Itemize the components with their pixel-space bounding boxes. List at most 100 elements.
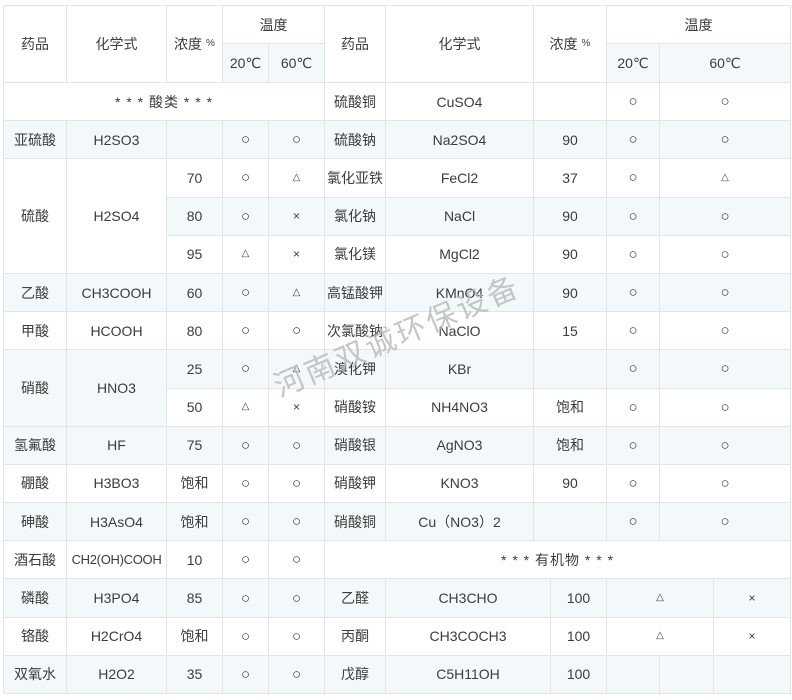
formula-cell: H2SO3 <box>67 121 167 159</box>
solubility-60-cell: × <box>269 236 325 274</box>
formula-cell: CH3COOH <box>67 274 167 312</box>
concentration-cell: 100 <box>551 618 607 656</box>
header-temperature-left: 温度 <box>223 6 325 44</box>
formula-cell: Cu（NO3）2 <box>386 503 534 541</box>
drug-cell: 高锰酸钾 <box>325 274 386 312</box>
formula-cell: H2CrO4 <box>67 618 167 656</box>
solubility-60-cell: ○ <box>660 389 791 427</box>
solubility-20-cell: ○ <box>223 427 269 465</box>
concentration-cell: 75 <box>167 427 223 465</box>
solubility-20-cell: ○ <box>607 389 660 427</box>
solubility-20-cell: ○ <box>223 579 269 617</box>
solubility-60-cell <box>714 656 791 694</box>
concentration-cell <box>167 121 223 159</box>
solubility-60-cell: ○ <box>660 427 791 465</box>
solubility-60-cell: ○ <box>660 274 791 312</box>
solubility-20-cell: ○ <box>223 350 269 388</box>
concentration-cell: 70 <box>167 159 223 197</box>
solubility-20-cell: ○ <box>607 312 660 350</box>
drug-cell: 溴化钾 <box>325 350 386 388</box>
solubility-20-cell: ○ <box>607 83 660 121</box>
solubility-20-cell: ○ <box>607 198 660 236</box>
drug-cell: 硝酸 <box>4 350 67 426</box>
drug-cell: 亚硫酸 <box>4 121 67 159</box>
solubility-20-cell: ○ <box>607 159 660 197</box>
formula-cell: NH4NO3 <box>386 389 534 427</box>
section-title: * * * 酸类 * * * <box>4 83 325 121</box>
solubility-60-cell: ○ <box>269 312 325 350</box>
formula-cell: H3AsO4 <box>67 503 167 541</box>
solubility-60-cell: × <box>714 579 791 617</box>
header-temp20-right: 20℃ <box>607 44 660 83</box>
drug-cell: 双氧水 <box>4 656 67 694</box>
solubility-60-cell: ○ <box>660 465 791 503</box>
solubility-20-cell: ○ <box>607 236 660 274</box>
drug-cell: 氯化钠 <box>325 198 386 236</box>
solubility-20-cell <box>607 656 660 694</box>
solubility-20-cell: ○ <box>223 159 269 197</box>
section-title: * * * 有机物 * * * <box>325 541 791 579</box>
formula-cell: CH2(OH)COOH <box>67 541 167 579</box>
solubility-20-cell: ○ <box>607 503 660 541</box>
solubility-60-cell: ○ <box>660 503 791 541</box>
header-drug-right: 药品 <box>325 6 386 83</box>
drug-cell: 硝酸钾 <box>325 465 386 503</box>
formula-cell: CH3COCH3 <box>386 618 551 656</box>
solubility-20-cell: ○ <box>607 427 660 465</box>
solubility-60-cell: △ <box>660 159 791 197</box>
concentration-cell: 80 <box>167 198 223 236</box>
concentration-cell: 10 <box>167 541 223 579</box>
concentration-cell: 15 <box>534 312 607 350</box>
header-drug-left: 药品 <box>4 6 67 83</box>
drug-cell: 硼酸 <box>4 465 67 503</box>
concentration-cell: 37 <box>534 159 607 197</box>
solubility-20-cell: △ <box>607 579 714 617</box>
concentration-cell: 85 <box>167 579 223 617</box>
percent-sign: % <box>206 39 215 49</box>
solubility-60-cell: △ <box>269 274 325 312</box>
formula-cell: CuSO4 <box>386 83 534 121</box>
concentration-cell: 100 <box>551 656 607 694</box>
solubility-60-cell: ○ <box>269 541 325 579</box>
solubility-20-cell: ○ <box>223 198 269 236</box>
drug-cell: 硝酸铜 <box>325 503 386 541</box>
concentration-cell: 35 <box>167 656 223 694</box>
concentration-cell: 80 <box>167 312 223 350</box>
solubility-20-cell: ○ <box>223 312 269 350</box>
formula-cell: H2O2 <box>67 656 167 694</box>
header-formula-right: 化学式 <box>386 6 534 83</box>
concentration-cell <box>534 350 607 388</box>
solubility-60-cell: △ <box>269 159 325 197</box>
concentration-cell: 饱和 <box>534 427 607 465</box>
header-temp60-left: 60℃ <box>269 44 325 83</box>
drug-cell: 硫酸 <box>4 159 67 274</box>
formula-cell: NaCl <box>386 198 534 236</box>
header-formula-left: 化学式 <box>67 6 167 83</box>
solubility-60-cell: ○ <box>269 427 325 465</box>
solubility-60-cell: ○ <box>660 236 791 274</box>
drug-cell: 硫酸铜 <box>325 83 386 121</box>
formula-cell: FeCl2 <box>386 159 534 197</box>
concentration-cell: 饱和 <box>167 465 223 503</box>
solubility-20-cell: ○ <box>607 274 660 312</box>
concentration-cell: 95 <box>167 236 223 274</box>
solubility-20-cell: ○ <box>223 656 269 694</box>
solubility-60-cell: ○ <box>269 618 325 656</box>
formula-cell: AgNO3 <box>386 427 534 465</box>
drug-cell: 磷酸 <box>4 579 67 617</box>
drug-cell: 氯化亚铁 <box>325 159 386 197</box>
drug-cell: 硫酸钠 <box>325 121 386 159</box>
header-temp20-left: 20℃ <box>223 44 269 83</box>
solubility-60-cell: ○ <box>269 656 325 694</box>
solubility-60-cell: ○ <box>269 121 325 159</box>
drug-cell: 氢氟酸 <box>4 427 67 465</box>
concentration-cell: 饱和 <box>167 503 223 541</box>
solubility-20-cell: △ <box>223 389 269 427</box>
solubility-60-cell: ○ <box>660 121 791 159</box>
formula-cell: C5H11OH <box>386 656 551 694</box>
formula-cell: KNO3 <box>386 465 534 503</box>
drug-cell: 氯化镁 <box>325 236 386 274</box>
solubility-20-cell: △ <box>607 618 714 656</box>
formula-cell: MgCl2 <box>386 236 534 274</box>
solubility-20-cell: △ <box>223 236 269 274</box>
